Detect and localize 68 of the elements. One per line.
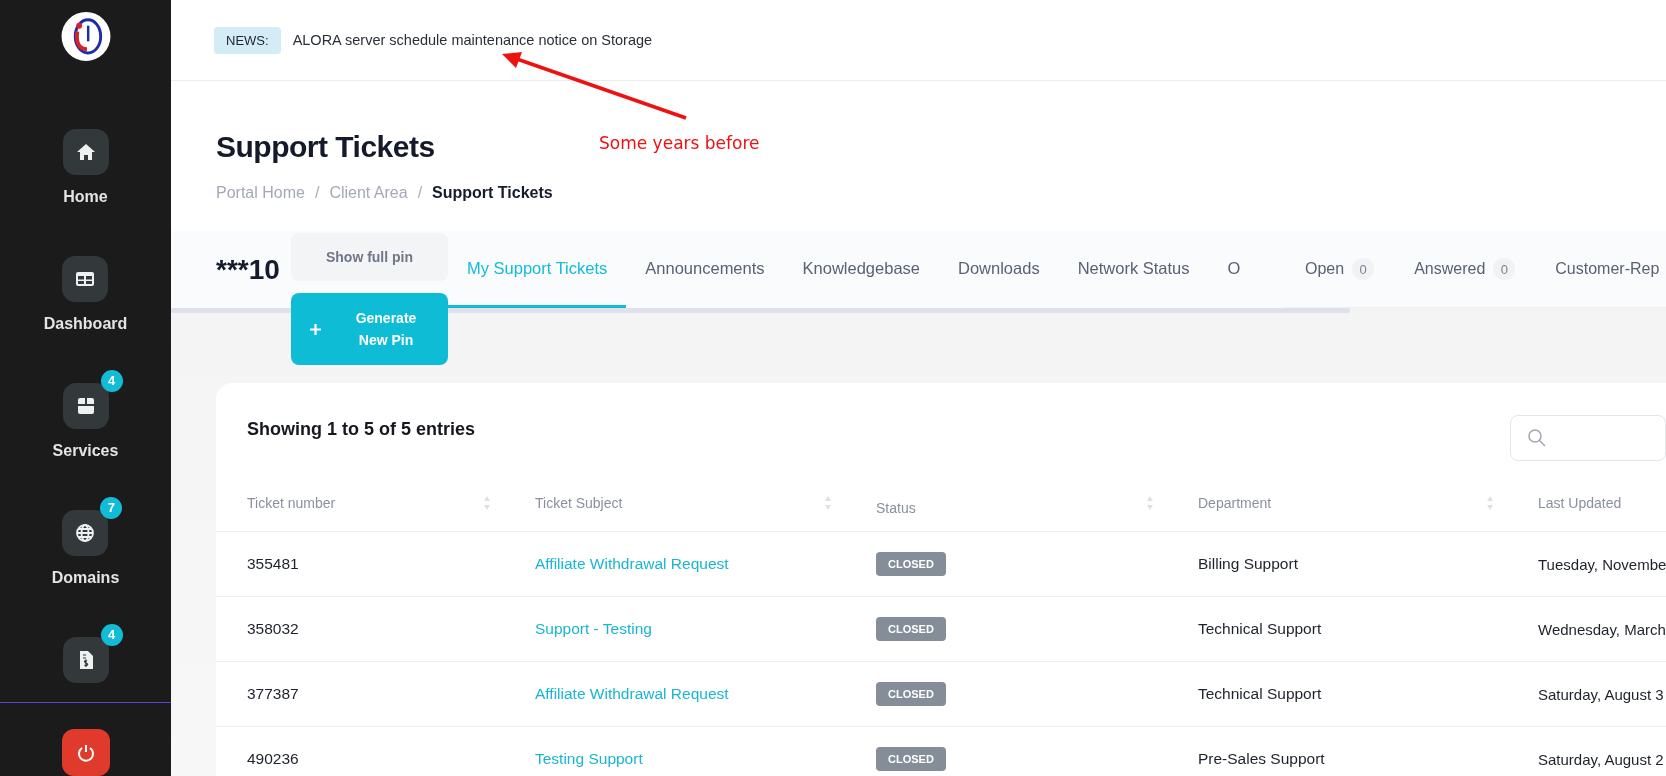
scrollbar[interactable] [171, 308, 1350, 313]
table-cell: Billing Support [1198, 555, 1298, 573]
table-cell: Wednesday, March [1538, 620, 1666, 638]
ticket-link[interactable]: Testing Support [535, 750, 643, 768]
annotation-text: Some years before [599, 133, 760, 153]
status-filter[interactable]: Customer-Rep [1555, 260, 1660, 278]
table-cell: Pre-Sales Support [1198, 750, 1325, 768]
column-header[interactable]: Department [1198, 495, 1272, 511]
generate-pin-button[interactable]: Generate New Pin [291, 293, 448, 365]
table-cell: 358032 [247, 620, 299, 638]
news-tag: NEWS: [214, 26, 281, 54]
search-field[interactable] [1510, 415, 1666, 461]
table-cell: Technical Support [1198, 620, 1322, 638]
news-link[interactable]: ALORA server schedule maintenance notice on Storage [292, 32, 653, 48]
count-badge: 4 [100, 369, 123, 392]
ticket-link[interactable]: Support - Testing [535, 620, 652, 638]
table-cell: 377387 [247, 685, 299, 703]
nav-button[interactable] [62, 255, 109, 302]
power-icon [75, 742, 96, 763]
nav-label: Domains [51, 567, 120, 588]
logo-icon[interactable] [60, 12, 111, 61]
status-filter[interactable]: Open 0 [1305, 258, 1375, 280]
breadcrumb-current: Support Tickets [432, 183, 553, 203]
tab[interactable]: O [1208, 231, 1260, 308]
logout-button[interactable] [61, 729, 110, 776]
count-badge: 4 [100, 623, 123, 646]
ticket-link[interactable]: Affiliate Withdrawal Request [535, 555, 729, 573]
table-cell: 490236 [247, 750, 299, 768]
nav-label: Services [52, 440, 119, 461]
status-badge: CLOSED [876, 552, 946, 576]
tab[interactable]: Knowledgebase [783, 231, 939, 308]
box-icon [75, 395, 96, 416]
nav-label: Home [63, 186, 108, 207]
nav-button[interactable] [62, 636, 109, 683]
breadcrumb-link[interactable]: Client Area [329, 183, 408, 203]
column-header[interactable]: Ticket Subject [535, 495, 623, 511]
pin-value: ***10 [216, 253, 281, 286]
table-cell: 355481 [247, 555, 299, 573]
status-badge: CLOSED [876, 682, 946, 706]
nav-button[interactable] [62, 128, 109, 175]
ticket-link[interactable]: Affiliate Withdrawal Request [535, 685, 729, 703]
entries-summary: Showing 1 to 5 of 5 entries [247, 418, 476, 440]
table-cell: Tuesday, Novembe [1538, 555, 1666, 573]
column-header[interactable]: Status [876, 500, 916, 516]
status-badge: CLOSED [876, 747, 946, 771]
breadcrumb-separator: / [314, 183, 320, 203]
globe-icon [75, 522, 96, 543]
show-pin-button[interactable]: Show full pin [291, 233, 448, 281]
tab[interactable]: Downloads [939, 231, 1059, 308]
status-filter[interactable]: Answered 0 [1414, 258, 1516, 280]
table-cell: Saturday, August 3 [1538, 685, 1664, 703]
table-cell: Technical Support [1198, 685, 1322, 703]
home-icon [75, 141, 96, 162]
table-cell: Saturday, August 2 [1538, 750, 1664, 768]
search-icon [1527, 428, 1547, 448]
nav-button[interactable] [62, 382, 109, 429]
column-header[interactable]: Last Updated [1538, 495, 1622, 511]
nav-button[interactable] [62, 509, 109, 556]
nav-label: Dashboard [43, 313, 128, 334]
breadcrumb-separator: / [417, 183, 423, 203]
column-header[interactable]: Ticket number [247, 495, 336, 511]
tab[interactable]: Announcements [626, 231, 784, 308]
breadcrumb-link[interactable]: Portal Home [216, 183, 305, 203]
status-badge: CLOSED [876, 617, 946, 641]
page-title: Support Tickets [216, 129, 435, 165]
tab[interactable]: Network Status [1058, 231, 1209, 308]
count-badge: 7 [100, 496, 123, 519]
plus-icon [309, 322, 322, 336]
